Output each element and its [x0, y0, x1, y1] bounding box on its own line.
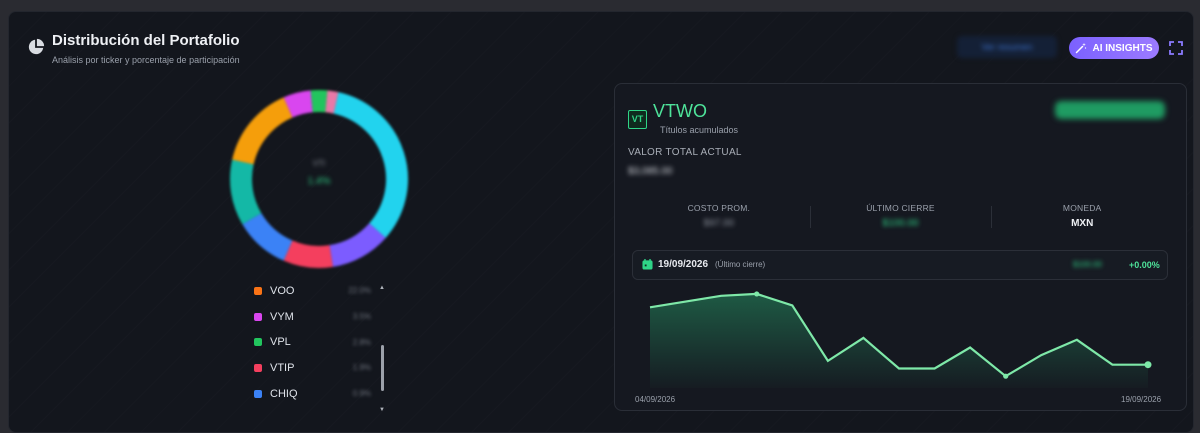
legend-percent: 2.8%	[353, 338, 371, 347]
legend-item-vtip[interactable]: VTIP 1.9%	[253, 355, 383, 381]
chart-point[interactable]	[1003, 374, 1008, 379]
legend-color-swatch	[254, 313, 262, 321]
pie-chart-icon	[27, 38, 45, 56]
legend-ticker: VOO	[270, 285, 294, 297]
ai-insights-button[interactable]: AI INSIGHTS	[1069, 37, 1159, 59]
donut-center-value: 1.4%	[289, 176, 349, 187]
portfolio-distribution-panel: Distribución del Portafolio Análisis por…	[8, 11, 1194, 433]
stat-value: $97.00	[628, 218, 810, 229]
ticker-subtitle: Títulos acumulados	[660, 125, 738, 135]
legend-color-swatch	[254, 287, 262, 295]
donut-center-label: VTI	[289, 159, 349, 168]
ticker-badge: VT	[628, 110, 647, 129]
scroll-up-arrow[interactable]: ▲	[379, 285, 385, 291]
legend-ticker: VYM	[270, 311, 294, 323]
ticker-symbol: VTWO	[653, 101, 707, 122]
donut-segment[interactable]	[326, 101, 336, 103]
total-value: $3,085.00	[628, 166, 673, 177]
legend-ticker: CHIQ	[270, 388, 298, 400]
summary-button[interactable]: Ver resumen	[957, 36, 1057, 58]
legend-ticker: VPL	[270, 336, 291, 348]
chart-point[interactable]	[754, 291, 759, 296]
legend-item-vpl[interactable]: VPL 2.8%	[253, 329, 383, 355]
panel-subtitle: Análisis por ticker y porcentaje de part…	[52, 55, 240, 65]
legend-item-chiq[interactable]: CHIQ 0.9%	[253, 381, 383, 407]
ai-insights-label: AI INSIGHTS	[1092, 43, 1152, 54]
legend-color-swatch	[254, 364, 262, 372]
legend-percent: 0.9%	[353, 389, 371, 398]
donut-segment[interactable]	[288, 101, 312, 107]
chart-point[interactable]	[1145, 361, 1152, 368]
donut-segment[interactable]	[243, 107, 288, 162]
legend-scrollbar[interactable]: ▲ ▼	[379, 285, 385, 413]
x-axis-start-label: 04/09/2026	[635, 395, 675, 404]
selected-date-bar: 19/09/2026 (Último cierre) $100.00 +0.00…	[632, 250, 1168, 280]
stat-label: MONEDA	[991, 203, 1173, 213]
total-value-label: VALOR TOTAL ACTUAL	[628, 147, 742, 158]
x-axis-end-label: 19/09/2026	[1121, 395, 1161, 404]
calendar-icon	[642, 259, 653, 270]
expand-icon[interactable]	[1169, 41, 1183, 55]
legend-percent: 3.5%	[353, 312, 371, 321]
stat-label: COSTO PROM.	[628, 203, 810, 213]
date-note: (Último cierre)	[715, 260, 765, 269]
legend-color-swatch	[254, 390, 262, 398]
legend-item-vym[interactable]: VYM 3.5%	[253, 304, 383, 330]
scroll-down-arrow[interactable]: ▼	[379, 407, 385, 413]
legend-percent: 1.9%	[353, 363, 371, 372]
panel-title: Distribución del Portafolio	[52, 32, 240, 49]
close-price: $100.00	[1073, 260, 1123, 270]
selected-date: 19/09/2026	[658, 259, 708, 270]
stat-avg-cost: COSTO PROM. $97.00	[628, 194, 810, 238]
stat-last-close: ÚLTIMO CIERRE $100.00	[810, 194, 992, 238]
legend-list: VOO 22.0% VYM 3.5% VPL 2.8% VTIP 1.9% CH…	[253, 278, 383, 406]
donut-segment[interactable]	[241, 162, 252, 219]
stat-value: $100.00	[810, 218, 992, 229]
stat-value: MXN	[991, 218, 1173, 229]
stat-label: ÚLTIMO CIERRE	[810, 203, 992, 213]
stats-row: COSTO PROM. $97.00 ÚLTIMO CIERRE $100.00…	[628, 194, 1173, 238]
status-badge	[1055, 101, 1165, 119]
legend-ticker: VTIP	[270, 362, 294, 374]
legend-percent: 22.0%	[348, 286, 371, 295]
ticker-detail-card: VT VTWO Títulos acumulados VALOR TOTAL A…	[614, 83, 1187, 411]
donut-segment[interactable]	[288, 251, 331, 257]
donut-segment[interactable]	[252, 219, 288, 251]
legend-color-swatch	[254, 338, 262, 346]
donut-segment[interactable]	[331, 231, 377, 256]
legend-item-voo[interactable]: VOO 22.0%	[253, 278, 383, 304]
scroll-thumb[interactable]	[381, 345, 384, 391]
stat-currency: MONEDA MXN	[991, 194, 1173, 238]
magic-wand-icon	[1075, 42, 1087, 54]
price-change: +0.00%	[1129, 260, 1160, 270]
price-history-chart[interactable]	[632, 288, 1166, 388]
